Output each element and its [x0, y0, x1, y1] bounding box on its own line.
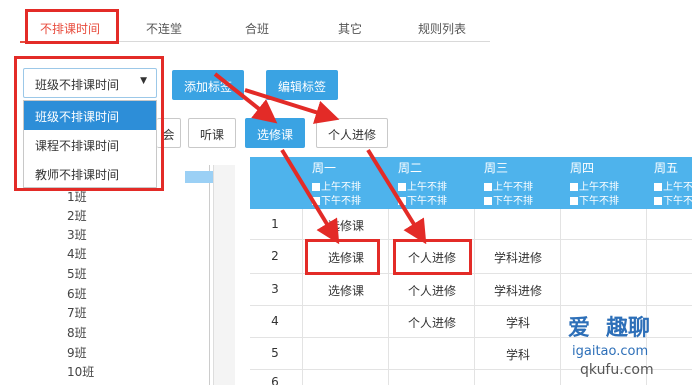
- edit-tag-button[interactable]: 编辑标签: [266, 70, 338, 100]
- wed-pm-option[interactable]: 下午不排: [484, 192, 533, 207]
- tab-no-schedule-time[interactable]: 不排课时间: [40, 20, 100, 37]
- pm-label: 下午不排: [579, 196, 619, 207]
- add-tag-button[interactable]: 添加标签: [172, 70, 244, 100]
- select-value: 班级不排课时间: [35, 78, 120, 92]
- class-list-panel: 1班 2班 3班 4班 5班 6班 7班 8班 9班 10班: [25, 165, 235, 385]
- schedule-cell[interactable]: 选修课: [303, 249, 389, 266]
- mon-am-option[interactable]: 上午不排: [312, 178, 361, 193]
- pm-label: 下午不排: [407, 196, 447, 207]
- checkbox-icon[interactable]: [654, 183, 662, 191]
- class-item-3[interactable]: 3班: [67, 226, 87, 243]
- wed-am-option[interactable]: 上午不排: [484, 178, 533, 193]
- schedule-cell[interactable]: 个人进修: [389, 249, 475, 266]
- row-number: 1: [271, 217, 279, 231]
- day-header-tue: 周二: [398, 161, 423, 175]
- watermark-url-2: qkufu.com: [580, 362, 654, 378]
- watermark-url-1: igaitao.com: [572, 344, 649, 359]
- class-item-5[interactable]: 5班: [67, 265, 87, 282]
- grid-line: [250, 273, 692, 274]
- checkbox-icon[interactable]: [654, 197, 662, 205]
- schedule-cell[interactable]: 选修课: [303, 282, 389, 299]
- class-list-scrollbar[interactable]: [213, 165, 235, 385]
- row-number: 5: [271, 346, 279, 360]
- grid-line: [250, 239, 692, 240]
- pm-label: 下午不排: [321, 196, 361, 207]
- chevron-down-icon: ▼: [140, 76, 147, 86]
- schedule-cell[interactable]: 学科进修: [475, 282, 561, 299]
- row-number: 4: [271, 314, 279, 328]
- watermark-brand2: 趣聊: [606, 316, 651, 341]
- lecture-tag-button[interactable]: 听课: [188, 118, 236, 148]
- checkbox-icon[interactable]: [312, 197, 320, 205]
- schedule-cell[interactable]: 个人进修: [389, 282, 475, 299]
- row-number: 2: [271, 249, 279, 263]
- tab-other[interactable]: 其它: [338, 20, 362, 37]
- row-number: 3: [271, 282, 279, 296]
- tab-rule-list[interactable]: 规则列表: [418, 20, 466, 37]
- pm-label: 下午不排: [493, 196, 533, 207]
- thu-am-option[interactable]: 上午不排: [570, 178, 619, 193]
- schedule-cell[interactable]: 个人进修: [389, 314, 475, 331]
- active-tab-indicator: [20, 41, 112, 43]
- class-item-9[interactable]: 9班: [67, 344, 87, 361]
- day-header-thu: 周四: [570, 161, 595, 175]
- class-item-8[interactable]: 8班: [67, 324, 87, 341]
- dropdown-option-course[interactable]: 课程不排课时间: [24, 130, 156, 159]
- fri-am-option[interactable]: 上午不排: [654, 178, 692, 193]
- class-item-1[interactable]: 1班: [67, 188, 87, 205]
- checkbox-icon[interactable]: [484, 183, 492, 191]
- checkbox-icon[interactable]: [312, 183, 320, 191]
- tab-no-consecutive[interactable]: 不连堂: [146, 20, 182, 37]
- pm-label: 下午不排: [663, 196, 692, 207]
- class-item-4[interactable]: 4班: [67, 245, 87, 262]
- checkbox-icon[interactable]: [570, 183, 578, 191]
- class-item-7[interactable]: 7班: [67, 304, 87, 321]
- row-number: 6: [271, 375, 279, 385]
- watermark-brand: 爱: [568, 316, 591, 341]
- fri-pm-option[interactable]: 下午不排: [654, 192, 692, 207]
- tab-merge-class[interactable]: 合班: [245, 20, 269, 37]
- tue-am-option[interactable]: 上午不排: [398, 178, 447, 193]
- day-header-wed: 周三: [484, 161, 509, 175]
- checkbox-icon[interactable]: [484, 197, 492, 205]
- watermark: 爱 趣聊 igaitao.com qkufu.com: [520, 300, 692, 385]
- schedule-cell[interactable]: 学科进修: [475, 249, 561, 266]
- day-header-fri: 周五: [654, 161, 679, 175]
- mon-pm-option[interactable]: 下午不排: [312, 192, 361, 207]
- schedule-cell[interactable]: 选修课: [303, 217, 389, 234]
- thu-pm-option[interactable]: 下午不排: [570, 192, 619, 207]
- elective-tag-button[interactable]: 选修课: [245, 118, 305, 148]
- day-header-mon: 周一: [312, 161, 337, 175]
- checkbox-icon[interactable]: [398, 197, 406, 205]
- class-item-10[interactable]: 10班: [67, 363, 94, 380]
- class-item-6[interactable]: 6班: [67, 285, 87, 302]
- rule-type-select[interactable]: 班级不排课时间 ▼: [23, 68, 157, 98]
- meeting-tag-button[interactable]: 会: [157, 118, 181, 148]
- checkbox-icon[interactable]: [398, 183, 406, 191]
- personal-study-tag-button[interactable]: 个人进修: [316, 118, 388, 148]
- dropdown-option-class[interactable]: 班级不排课时间: [24, 101, 156, 130]
- class-item-2[interactable]: 2班: [67, 207, 87, 224]
- tue-pm-option[interactable]: 下午不排: [398, 192, 447, 207]
- checkbox-icon[interactable]: [570, 197, 578, 205]
